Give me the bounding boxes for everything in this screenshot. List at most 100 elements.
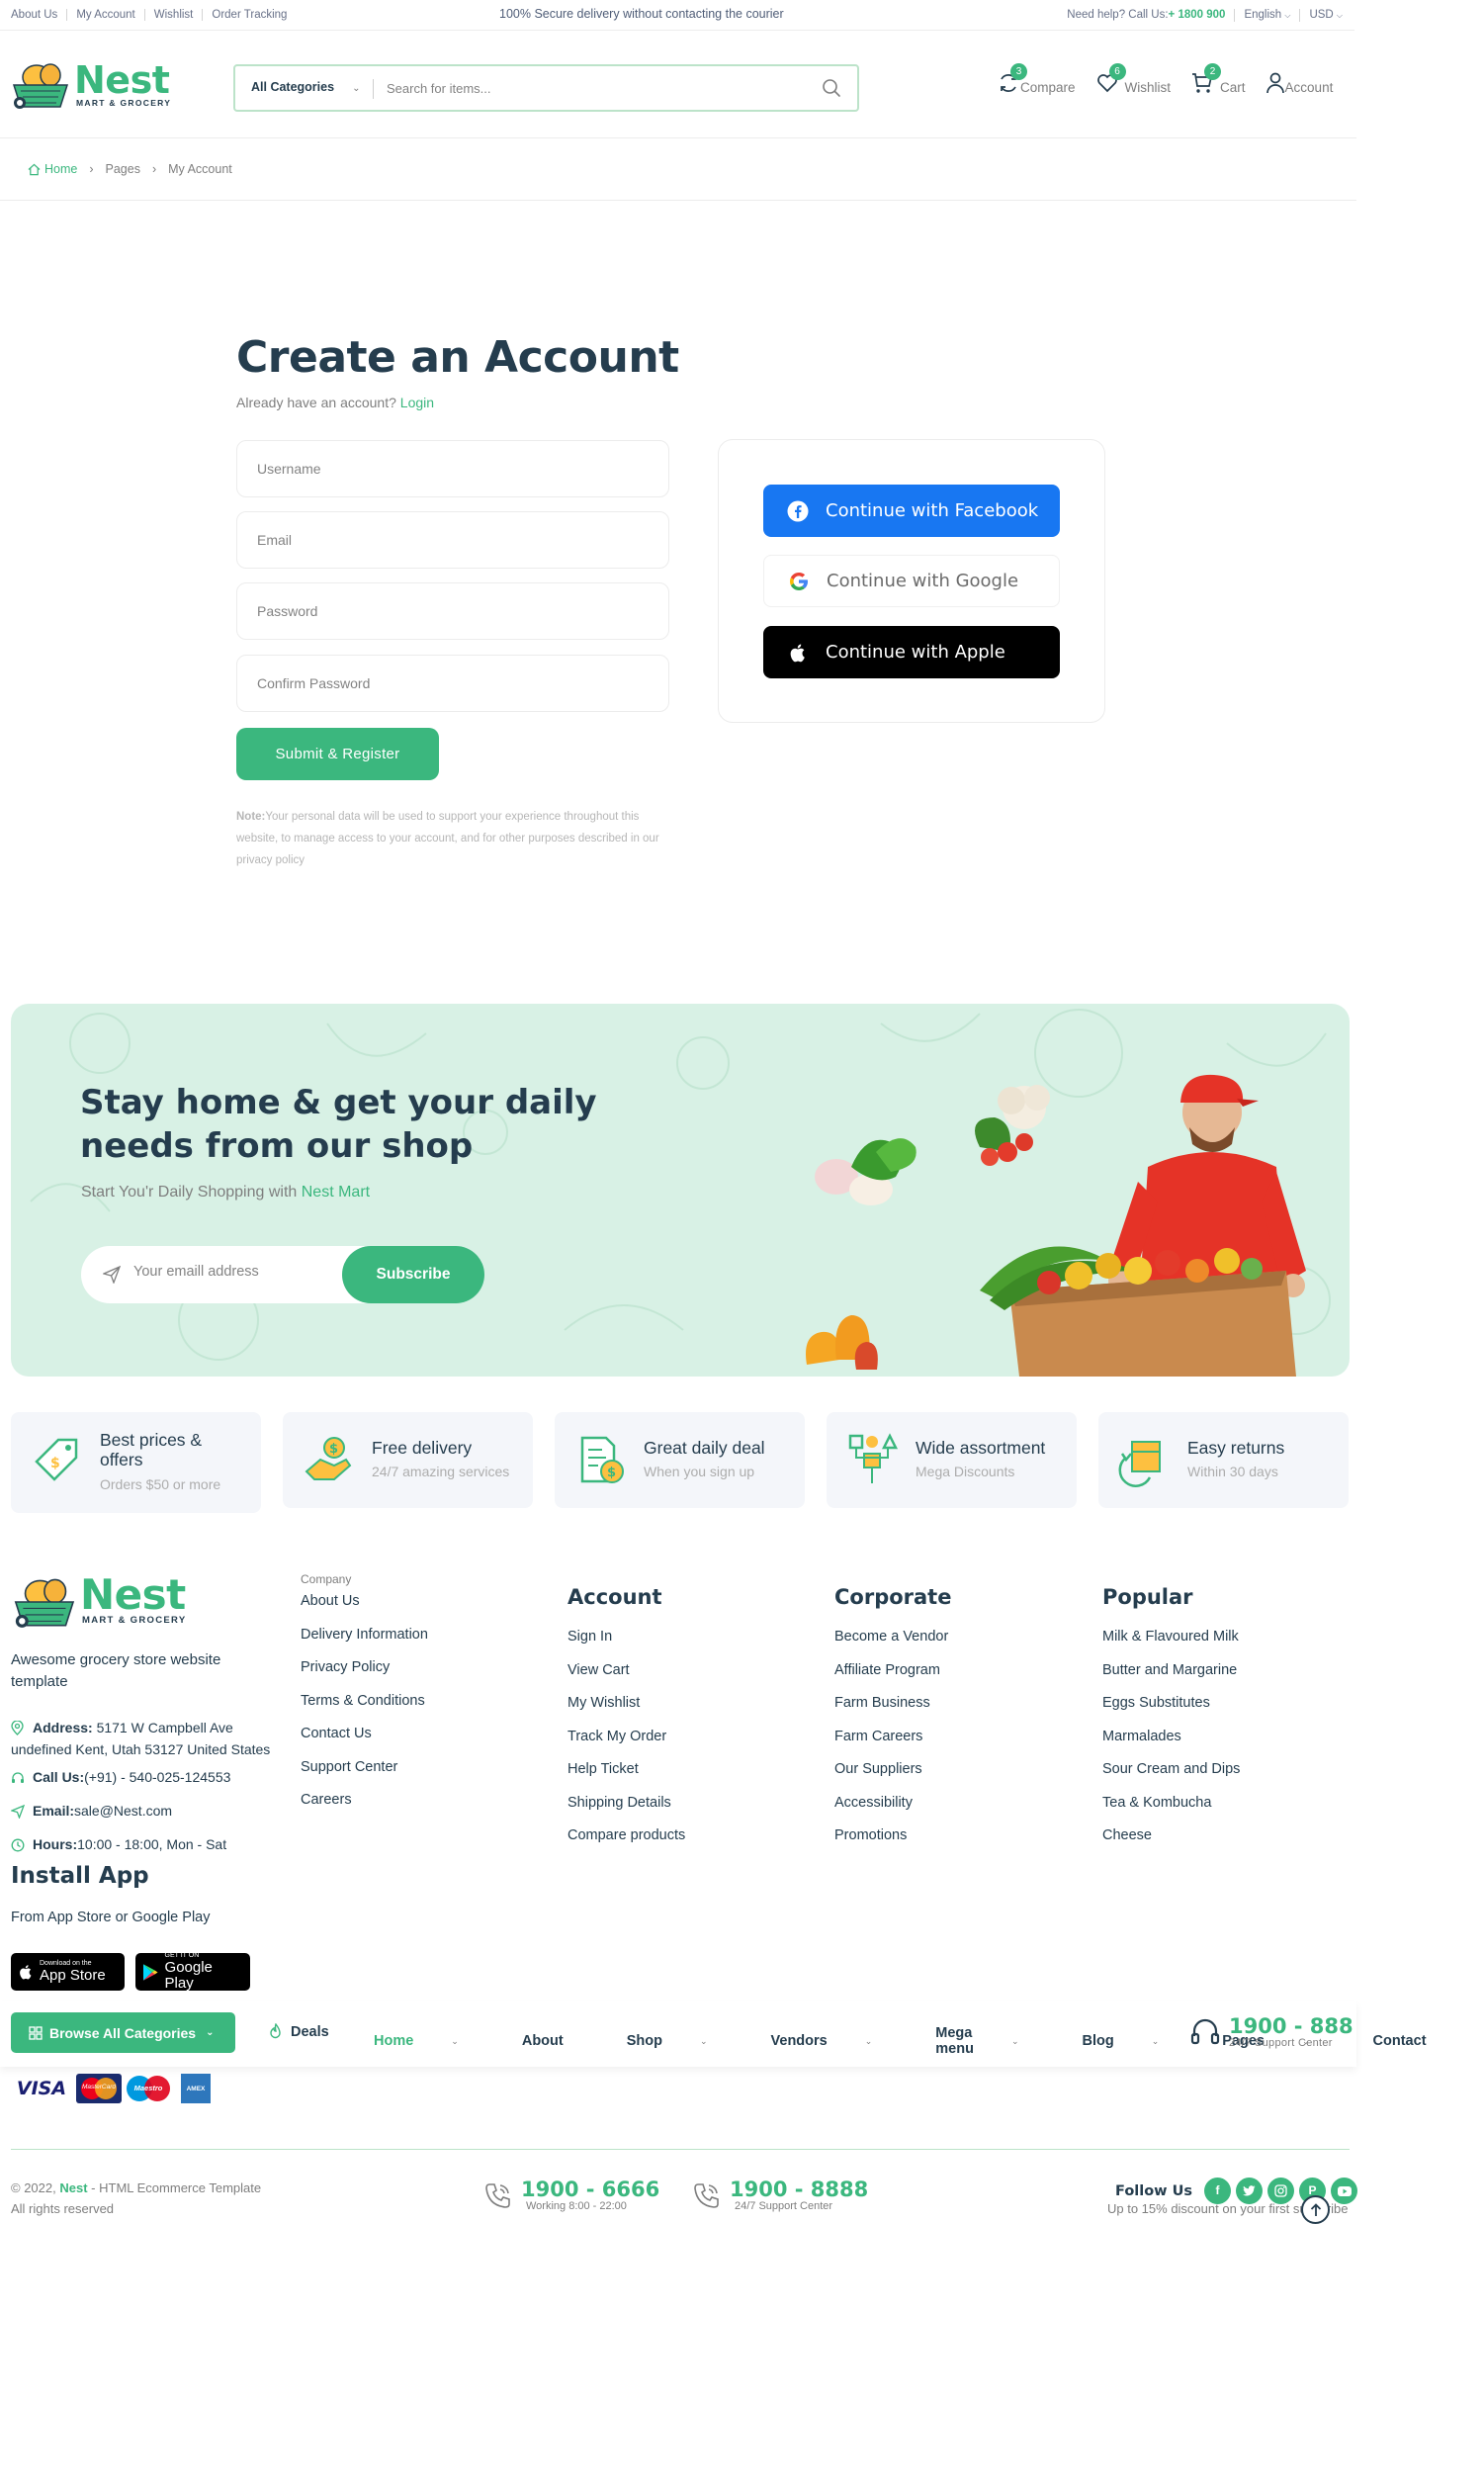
browse-categories-label: Browse All Categories (49, 2024, 197, 2041)
google-play-button[interactable]: GET IT ON Google Play (135, 1952, 250, 1992)
browse-categories-button[interactable]: Browse All Categories ⌄ (11, 2012, 235, 2053)
maestro-icon: Maestro (126, 2074, 171, 2103)
account-link[interactable]: View Cart (567, 1662, 685, 1696)
call-value: (+91) - 540-025-124553 (84, 1769, 231, 1785)
company-link[interactable]: Privacy Policy (301, 1659, 428, 1693)
submit-register-button[interactable]: Submit & Register (236, 728, 439, 780)
bottom-phone-2-caption: 24/7 Support Center (735, 2200, 833, 2212)
nav-mega-menu[interactable]: Mega menu ⌄ (935, 2025, 1050, 2057)
nav-home[interactable]: Home ⌄ (374, 2025, 490, 2057)
feature-subtitle: 24/7 amazing services (372, 1464, 510, 1479)
popular-link[interactable]: Marmalades (1102, 1729, 1240, 1762)
corporate-link[interactable]: Become a Vendor (834, 1629, 948, 1662)
popular-link[interactable]: Milk & Flavoured Milk (1102, 1629, 1240, 1662)
compare-label: Compare (1020, 80, 1076, 95)
currency-select[interactable]: USD ⌵ (1300, 9, 1343, 22)
nav-about[interactable]: About (522, 2025, 595, 2057)
popular-link[interactable]: Eggs Substitutes (1102, 1695, 1240, 1729)
search-category-select[interactable]: All Categories ⌄ (251, 80, 360, 94)
popular-link[interactable]: Cheese (1102, 1827, 1240, 1861)
account-link[interactable]: My Wishlist (567, 1695, 685, 1729)
username-input[interactable] (237, 441, 668, 496)
user-icon (1266, 72, 1284, 94)
subscribe-email-input[interactable] (133, 1264, 331, 1280)
delivery-man-illustration (806, 1074, 1306, 1377)
bottom-divider (11, 2149, 1350, 2150)
email-input[interactable] (237, 512, 668, 568)
account-link[interactable]: Help Ticket (567, 1761, 685, 1795)
subscribe-button[interactable]: Subscribe (342, 1246, 484, 1303)
instagram-icon[interactable] (1267, 2178, 1295, 2204)
account-link[interactable]: Track My Order (567, 1729, 685, 1762)
banner-sub-brand: Nest Mart (301, 1184, 371, 1201)
apple-login-button[interactable]: Continue with Apple (763, 626, 1060, 678)
company-link[interactable]: Support Center (301, 1759, 428, 1793)
account-link[interactable]: Sign In (567, 1629, 685, 1662)
logo[interactable]: Nest MART & GROCERY (11, 59, 171, 111)
invoice-coin-icon: $ (580, 1436, 624, 1483)
top-links: About Us My Account Wishlist Order Track… (11, 9, 296, 21)
company-link[interactable]: Delivery Information (301, 1627, 428, 1660)
search-divider (373, 79, 374, 99)
clock-icon (11, 1833, 33, 1858)
corporate-link[interactable]: Promotions (834, 1827, 948, 1861)
account-label: Account (1284, 80, 1334, 95)
footer-logo[interactable]: Nest MART & GROCERY (11, 1573, 186, 1628)
top-link-about[interactable]: About Us (11, 9, 68, 21)
corporate-link[interactable]: Our Suppliers (834, 1761, 948, 1795)
app-store-button[interactable]: Download on the App Store (11, 1953, 125, 1991)
corporate-link[interactable]: Farm Careers (834, 1729, 948, 1762)
youtube-icon[interactable] (1331, 2178, 1358, 2204)
popular-link[interactable]: Butter and Margarine (1102, 1662, 1240, 1696)
login-link[interactable]: Login (400, 395, 434, 410)
contact-email: Email:sale@Nest.com (10, 1800, 278, 1824)
language-select[interactable]: English ⌵ (1235, 9, 1301, 22)
corporate-link[interactable]: Accessibility (834, 1795, 948, 1828)
footer-contact: Address: 5171 W Campbell Ave undefined K… (10, 1717, 278, 1858)
confirm-password-field (236, 655, 669, 712)
corporate-link[interactable]: Farm Business (834, 1695, 948, 1729)
twitter-icon[interactable] (1236, 2178, 1264, 2204)
nav-blog[interactable]: Blog ⌄ (1083, 2025, 1191, 2057)
nav-shop[interactable]: Shop ⌄ (627, 2025, 740, 2057)
search-icon[interactable] (822, 78, 841, 103)
copyright-brand-link[interactable]: Nest (59, 2180, 87, 2195)
top-link-wishlist[interactable]: Wishlist (145, 9, 204, 21)
facebook-icon[interactable]: f (1204, 2178, 1232, 2204)
confirm-password-input[interactable] (237, 656, 668, 711)
popular-link[interactable]: Tea & Kombucha (1102, 1795, 1240, 1828)
install-app-subtitle: From App Store or Google Play (11, 1910, 211, 1925)
contact-address: Address: 5171 W Campbell Ave undefined K… (11, 1717, 278, 1760)
compare-button[interactable]: 3 Compare (997, 63, 1076, 95)
account-button[interactable]: Account (1266, 71, 1334, 95)
password-input[interactable] (237, 583, 668, 639)
breadcrumb-home[interactable]: Home (28, 162, 77, 176)
corporate-link[interactable]: Affiliate Program (834, 1662, 948, 1696)
deals-link[interactable]: Deals (267, 2023, 329, 2041)
top-bar: About Us My Account Wishlist Order Track… (0, 0, 1354, 31)
nav-support-phone: 1900 - 888 24/7 Support Center (1189, 2015, 1353, 2049)
top-link-account[interactable]: My Account (67, 9, 145, 21)
facebook-login-button[interactable]: Continue with Facebook (763, 485, 1060, 537)
company-link[interactable]: Terms & Conditions (301, 1693, 428, 1727)
top-link-order-tracking[interactable]: Order Tracking (203, 9, 296, 21)
nav-vendors[interactable]: Vendors ⌄ (771, 2025, 905, 2057)
company-link[interactable]: About Us (301, 1593, 428, 1627)
popular-link[interactable]: Sour Cream and Dips (1102, 1761, 1240, 1795)
breadcrumb-pages[interactable]: Pages (106, 162, 140, 176)
scroll-to-top-button[interactable] (1301, 2195, 1330, 2224)
google-login-button[interactable]: Continue with Google (763, 555, 1060, 607)
feature-title: Easy returns (1187, 1438, 1285, 1458)
company-link[interactable]: Careers (301, 1792, 428, 1825)
account-link[interactable]: Shipping Details (567, 1795, 685, 1828)
account-link[interactable]: Compare products (567, 1827, 685, 1861)
company-title: Company (301, 1572, 352, 1586)
cart-button[interactable]: 2 Cart (1190, 63, 1246, 95)
arrow-up-icon (1310, 2202, 1321, 2216)
chevron-down-icon: ⌵ (1284, 11, 1291, 20)
wishlist-label: Wishlist (1124, 80, 1172, 95)
search-input[interactable] (387, 76, 802, 100)
wishlist-button[interactable]: 6 Wishlist (1095, 63, 1172, 95)
nav-contact[interactable]: Contact (1373, 2025, 1458, 2057)
company-link[interactable]: Contact Us (301, 1726, 428, 1759)
